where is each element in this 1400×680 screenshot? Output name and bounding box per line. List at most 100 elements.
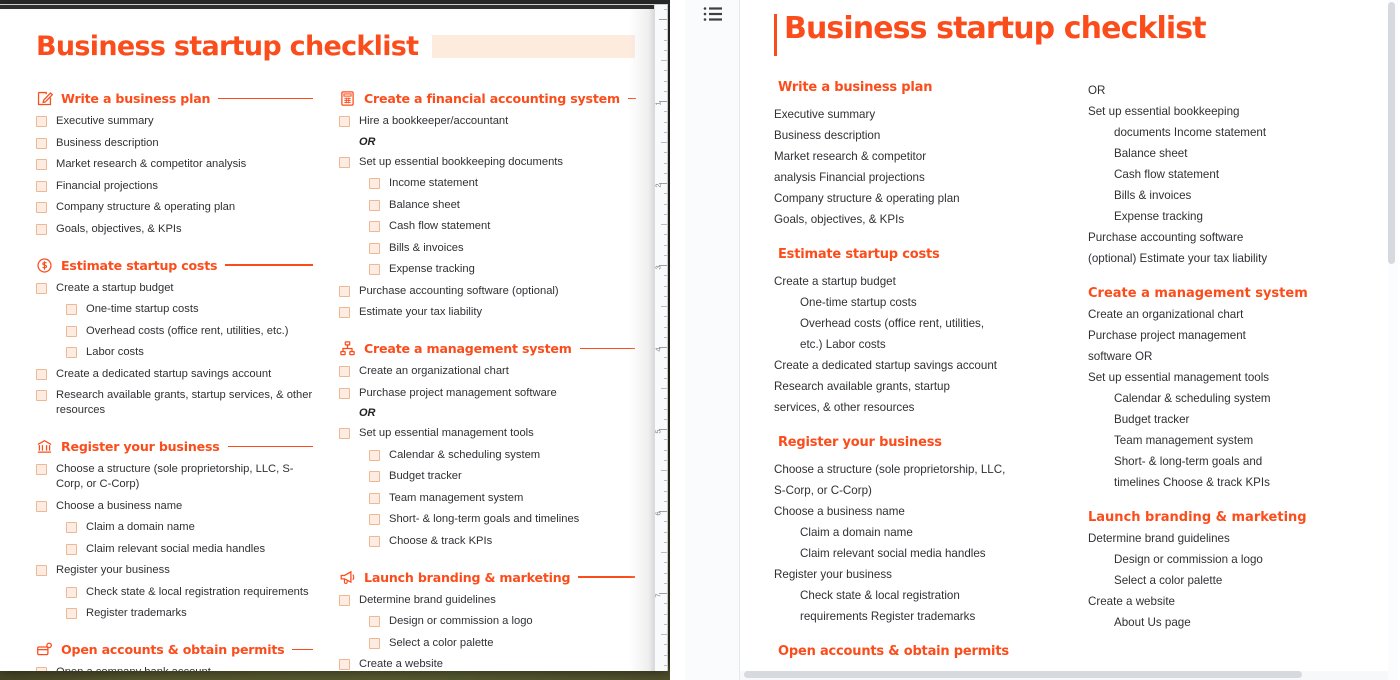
preview-section-header: Register your business [36,438,313,455]
checklist-item[interactable]: Create a startup budget [36,281,313,296]
checklist-item[interactable]: Open a company bank account [36,665,313,671]
checkbox-icon[interactable] [339,156,350,168]
editor-horizontal-scrollbar[interactable] [744,671,1302,678]
checklist-item[interactable]: Income statement [369,176,635,191]
checkbox-icon[interactable] [36,667,47,671]
checklist-item[interactable]: Choose a structure (sole proprietorship,… [36,462,313,492]
checkbox-icon[interactable] [36,368,47,380]
checkbox-icon[interactable] [66,543,77,555]
preview-section-title: Estimate startup costs [61,257,218,273]
checkbox-icon[interactable] [36,159,47,170]
checkbox-icon[interactable] [339,366,350,377]
checkbox-icon[interactable] [369,616,380,627]
bulleted-list-icon[interactable] [703,6,723,22]
checklist-item[interactable]: Financial projections [36,179,313,194]
checkbox-icon[interactable] [36,180,47,192]
ruler-tick [664,521,667,523]
checklist-item[interactable]: Company structure & operating plan [36,200,313,215]
checklist-item[interactable]: Cash flow statement [369,219,635,234]
checklist-item[interactable]: Bills & invoices [369,241,635,256]
checklist-item[interactable]: Goals, objectives, & KPIs [36,222,313,237]
checkbox-icon[interactable] [66,325,77,337]
checkbox-icon[interactable] [339,659,350,670]
checklist-item[interactable]: Short- & long-term goals and timelines [369,512,635,527]
ruler-tick [664,480,667,482]
checklist-item[interactable]: Purchase accounting software (optional) [339,284,635,299]
editor-text-line: Expense tracking [1114,210,1203,223]
checkbox-icon[interactable] [66,304,77,315]
checklist-item[interactable]: Create a dedicated startup savings accou… [36,367,313,382]
checkbox-icon[interactable] [36,202,47,213]
checklist-item[interactable]: One-time startup costs [66,302,313,317]
checklist-item[interactable]: Labor costs [66,345,313,360]
checklist-item[interactable]: Market research & competitor analysis [36,157,313,172]
editor-vertical-scrollbar-thumb[interactable] [1388,2,1395,264]
checklist-item[interactable]: Register your business [36,563,313,578]
ruler-tick [664,316,667,318]
checkbox-icon[interactable] [369,199,380,211]
checkbox-icon[interactable] [339,428,350,439]
checklist-item-label: Create a startup budget [56,281,174,294]
checkbox-icon[interactable] [36,282,47,294]
checklist-item[interactable]: Set up essential bookkeeping documents [339,155,635,170]
checkbox-icon[interactable] [36,565,47,576]
checkbox-icon[interactable] [339,594,350,606]
checklist-item[interactable]: Create an organizational chart [339,364,635,379]
checklist-item[interactable]: Select a color palette [369,636,635,651]
checkbox-icon[interactable] [369,221,380,232]
checklist-item[interactable]: Choose a business name [36,499,313,514]
checkbox-icon[interactable] [66,608,77,619]
checklist-item[interactable]: Team management system [369,491,635,506]
editor-vertical-scrollbar-track[interactable] [1388,0,1398,680]
checkbox-icon[interactable] [369,471,380,482]
checkbox-icon[interactable] [339,387,350,399]
checklist-item[interactable]: Choose & track KPIs [369,534,635,549]
checklist-item[interactable]: Business description [36,136,313,151]
ruler-tick [664,39,667,41]
checkbox-icon[interactable] [339,285,350,297]
checkbox-icon[interactable] [36,116,47,127]
checklist-item[interactable]: Set up essential management tools [339,426,635,441]
checkbox-icon[interactable] [36,223,47,235]
editor-text-canvas[interactable]: Business startup checklist Write a busin… [740,0,1388,672]
checkbox-icon[interactable] [36,500,47,512]
checklist-item[interactable]: Purchase project management software [339,386,635,401]
checklist-item[interactable]: Balance sheet [369,198,635,213]
checklist-item[interactable]: Determine brand guidelines [339,593,635,608]
preview-vertical-ruler[interactable]: 1 2 3 4 5 6 7 [654,5,667,671]
checkbox-icon[interactable] [369,178,380,189]
checklist-item[interactable]: Executive summary [36,114,313,129]
checklist-item[interactable]: Design or commission a logo [369,614,635,629]
checkbox-icon[interactable] [369,514,380,525]
checkbox-icon[interactable] [36,137,47,149]
checklist-item[interactable]: Estimate your tax liability [339,305,635,320]
checklist-item-label: Cash flow statement [389,220,491,232]
checklist-item[interactable]: Budget tracker [369,469,635,484]
checkbox-icon[interactable] [369,264,380,275]
checkbox-icon[interactable] [339,116,350,127]
checklist-item[interactable]: Research available grants, startup servi… [36,388,313,418]
checklist-item[interactable]: Calendar & scheduling system [369,448,635,463]
checklist-item[interactable]: Create a website [339,657,635,671]
checklist-item[interactable]: Claim relevant social media handles [66,542,313,557]
checklist-item[interactable]: Check state & local registration require… [66,585,313,600]
checkbox-icon[interactable] [339,307,350,318]
checklist-item[interactable]: Overhead costs (office rent, utilities, … [66,324,313,339]
checkbox-icon[interactable] [36,390,47,401]
checklist-item[interactable]: Hire a bookkeeper/accountant [339,114,635,129]
checklist-item-label: Calendar & scheduling system [389,448,541,461]
editor-column-left: Write a business plan Executive summary Bu… [774,80,1074,672]
checklist-item[interactable]: Register trademarks [66,606,313,621]
checklist-item[interactable]: Expense tracking [369,262,635,277]
checkbox-icon[interactable] [66,522,77,533]
checkbox-icon[interactable] [66,347,77,358]
checkbox-icon[interactable] [369,535,380,547]
checkbox-icon[interactable] [369,242,380,254]
checkbox-icon[interactable] [369,492,380,504]
checkbox-icon[interactable] [369,637,380,649]
checkbox-icon[interactable] [36,464,47,475]
checkbox-icon[interactable] [66,586,77,598]
checkbox-icon[interactable] [369,449,380,461]
checklist-item[interactable]: Claim a domain name [66,520,313,535]
editor-text-line: Market research & competitor [774,150,927,163]
